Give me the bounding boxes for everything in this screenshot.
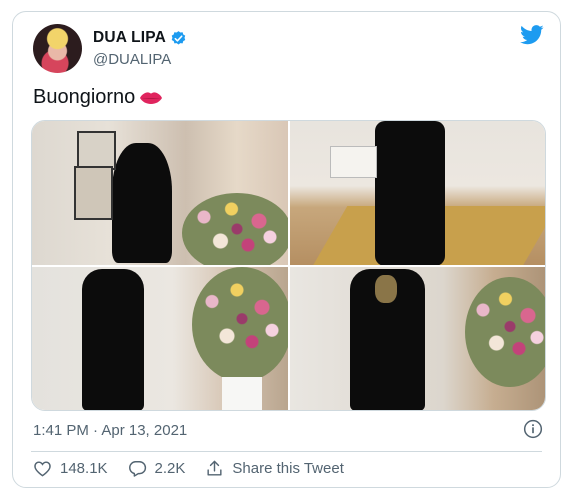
reply-button[interactable]: 2.2K xyxy=(128,459,186,478)
photo-flowers xyxy=(192,266,288,382)
lips-kiss-icon xyxy=(140,91,163,104)
photo-figure xyxy=(374,121,445,265)
photo-flowers xyxy=(182,193,288,265)
author-name[interactable]: DUA LIPA xyxy=(93,29,166,47)
reply-bubble-icon xyxy=(128,461,146,477)
photo-frame xyxy=(74,166,113,220)
tweet-text: Buongiorno xyxy=(33,86,163,109)
author-name-row: DUA LIPA xyxy=(93,29,187,47)
photo-embroidery xyxy=(374,274,397,303)
photo-3[interactable] xyxy=(32,266,288,410)
twitter-bird-icon[interactable] xyxy=(520,25,544,45)
photo-figure xyxy=(82,268,144,410)
share-label: Share this Tweet xyxy=(232,460,344,477)
photo-frame xyxy=(77,131,116,170)
author-handle[interactable]: @DUALIPA xyxy=(93,51,171,68)
like-count: 148.1K xyxy=(60,460,108,477)
verified-badge-icon xyxy=(171,30,186,45)
avatar[interactable] xyxy=(33,24,82,73)
info-icon[interactable] xyxy=(523,419,543,439)
heart-icon xyxy=(34,461,51,477)
action-bar: 148.1K 2.2K Share this Tweet xyxy=(33,459,364,478)
tweet-text-content: Buongiorno xyxy=(33,86,136,108)
photo-figure xyxy=(112,143,172,263)
photo-4[interactable] xyxy=(289,266,545,410)
like-button[interactable]: 148.1K xyxy=(33,459,108,478)
photo-vase xyxy=(222,376,262,410)
photo-flowers xyxy=(464,276,545,387)
share-button[interactable]: Share this Tweet xyxy=(205,459,344,478)
photo-2[interactable] xyxy=(289,121,545,265)
photo-1[interactable] xyxy=(32,121,288,265)
tweet-card: DUA LIPA @DUALIPA Buongiorno 1:41 PM · A… xyxy=(12,11,561,488)
share-icon xyxy=(207,460,222,476)
tweet-timestamp[interactable]: 1:41 PM · Apr 13, 2021 xyxy=(33,422,187,439)
reply-count: 2.2K xyxy=(154,460,186,477)
photo-bench xyxy=(329,146,377,178)
media-grid xyxy=(31,120,546,411)
divider xyxy=(31,451,542,452)
